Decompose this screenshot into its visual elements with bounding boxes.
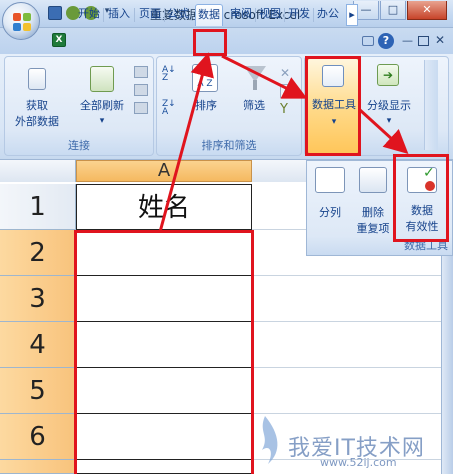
close-button[interactable]: ✕ bbox=[407, 1, 447, 20]
workbook-minimize-button[interactable]: — bbox=[402, 34, 414, 48]
highlight-data-tools-button bbox=[305, 56, 361, 156]
get-external-label-2: 外部数据 bbox=[15, 115, 59, 128]
outline-label: 分级显示 bbox=[367, 99, 411, 112]
save-icon[interactable] bbox=[48, 6, 62, 20]
office-logo-icon bbox=[13, 13, 31, 31]
tab-view[interactable]: 视图 bbox=[257, 4, 283, 26]
tab-separator bbox=[284, 8, 285, 22]
row-header-3[interactable]: 3 bbox=[0, 276, 76, 322]
row-header-7[interactable] bbox=[0, 460, 76, 474]
clear-filter-icon[interactable]: ✕ bbox=[280, 66, 294, 80]
row-header-6[interactable]: 6 bbox=[0, 414, 76, 460]
sort-descending-icon[interactable]: Z↓ A bbox=[162, 100, 180, 117]
external-data-icon bbox=[28, 68, 46, 90]
text-to-columns-icon bbox=[315, 167, 345, 193]
group-label-sort-filter: 排序和筛选 bbox=[201, 139, 257, 152]
group-label-connections: 连接 bbox=[68, 139, 90, 152]
tab-separator bbox=[255, 8, 256, 22]
filter-button[interactable]: 筛选 bbox=[236, 60, 272, 120]
cell-b4[interactable] bbox=[252, 322, 453, 368]
sort-dialog-icon: Z AA Z bbox=[192, 64, 218, 92]
help-icon[interactable]: ? bbox=[378, 33, 394, 49]
cell-b5[interactable] bbox=[252, 368, 453, 414]
tab-formulas[interactable]: 公式 bbox=[166, 4, 190, 26]
row-header-4[interactable]: 4 bbox=[0, 322, 76, 368]
sort-button[interactable]: Z AA Z 排序 bbox=[184, 60, 228, 120]
highlight-selected-range bbox=[74, 230, 254, 474]
get-external-data-button[interactable]: 获取 外部数据 bbox=[8, 60, 66, 132]
workbook-close-button[interactable]: ✕ bbox=[435, 33, 447, 47]
tab-office[interactable]: 办公 bbox=[315, 4, 341, 26]
row-header-2[interactable]: 2 bbox=[0, 230, 76, 276]
tab-separator bbox=[313, 8, 314, 22]
remove-duplicates-label-1: 删除 bbox=[362, 206, 384, 219]
tab-home[interactable]: 开始 bbox=[76, 4, 102, 26]
tabs-scroll-right-button[interactable]: ▸ bbox=[346, 4, 358, 26]
connections-icon[interactable] bbox=[134, 66, 148, 78]
column-header-b[interactable] bbox=[252, 160, 312, 182]
chevron-down-icon: ▾ bbox=[99, 116, 105, 126]
text-to-columns-label: 分列 bbox=[319, 206, 341, 219]
tab-separator bbox=[103, 8, 104, 22]
workbook-restore-button[interactable] bbox=[418, 36, 429, 46]
refresh-all-button[interactable]: 全部刷新 ▾ bbox=[74, 60, 130, 132]
maximize-button[interactable]: □ bbox=[380, 1, 406, 20]
sort-ascending-icon[interactable]: A↓ Z bbox=[162, 66, 180, 83]
highlight-data-validation bbox=[393, 154, 449, 242]
office-button[interactable] bbox=[2, 2, 40, 40]
highlight-tab-data bbox=[193, 29, 227, 56]
edit-links-icon[interactable] bbox=[134, 102, 148, 114]
tab-review[interactable]: 审阅 bbox=[228, 4, 254, 26]
tab-developer[interactable]: 开发 bbox=[286, 4, 312, 26]
remove-duplicates-button[interactable]: 删除 重复项 bbox=[351, 165, 395, 241]
chevron-down-icon: ▾ bbox=[386, 116, 392, 126]
tab-page-layout[interactable]: 页面 bbox=[137, 4, 163, 26]
outline-button[interactable]: ➔ 分级显示 ▾ bbox=[364, 60, 414, 132]
text-to-columns-button[interactable]: 分列 bbox=[311, 165, 349, 241]
vertical-scrollbar[interactable] bbox=[441, 256, 453, 474]
remove-duplicates-label-2: 重复项 bbox=[356, 222, 390, 235]
tab-data[interactable]: 数据 bbox=[195, 4, 223, 26]
ribbon-minimize-icon[interactable] bbox=[362, 36, 374, 46]
reapply-icon[interactable] bbox=[280, 84, 294, 98]
sort-label: 排序 bbox=[195, 99, 217, 112]
cell-b6[interactable] bbox=[252, 414, 453, 460]
filter-label: 筛选 bbox=[243, 99, 265, 112]
tab-separator bbox=[164, 8, 165, 22]
remove-duplicates-icon bbox=[359, 167, 387, 193]
column-header-left bbox=[0, 160, 76, 182]
cell-a1[interactable]: 姓名 bbox=[76, 184, 252, 230]
advanced-filter-icon[interactable]: Y bbox=[280, 102, 296, 118]
properties-icon[interactable] bbox=[134, 84, 148, 96]
outline-icon: ➔ bbox=[377, 64, 399, 86]
refresh-icon bbox=[90, 66, 114, 92]
refresh-all-label: 全部刷新 bbox=[80, 99, 124, 112]
excel-icon: X bbox=[52, 33, 66, 47]
column-header-a[interactable]: A bbox=[76, 160, 252, 182]
title-bar: ▾ 重复数据 - Microsoft Excel — □ ✕ bbox=[0, 0, 453, 28]
tab-insert[interactable]: 插入 bbox=[106, 4, 132, 26]
get-external-label-1: 获取 bbox=[26, 99, 48, 112]
funnel-stem-icon bbox=[253, 80, 257, 90]
group-dialog-launcher[interactable] bbox=[424, 60, 438, 150]
row-header-5[interactable]: 5 bbox=[0, 368, 76, 414]
row-header-1[interactable]: 1 bbox=[0, 184, 76, 230]
cell-b3[interactable] bbox=[252, 276, 453, 322]
tab-separator bbox=[134, 8, 135, 22]
